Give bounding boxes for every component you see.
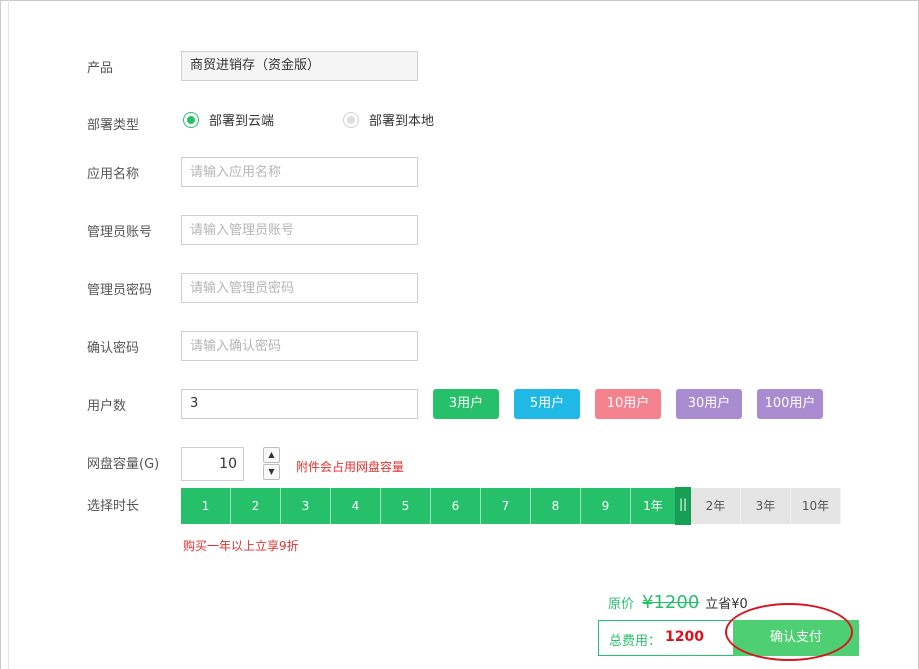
confirm-password-input[interactable]: [181, 331, 418, 361]
page-frame: [0, 0, 919, 669]
original-price: ¥1200: [642, 592, 700, 613]
duration-option-3-years[interactable]: 3年: [741, 488, 791, 524]
duration-option-2-years[interactable]: 2年: [691, 488, 741, 524]
stepper-down-icon[interactable]: ▼: [263, 464, 280, 480]
app-name-input[interactable]: [181, 157, 418, 187]
duration-option-7[interactable]: 7: [481, 488, 531, 524]
discount-note: 购买一年以上立享9折: [183, 539, 299, 553]
admin-account-label: 管理员账号: [87, 225, 153, 240]
admin-password-input[interactable]: [181, 273, 418, 303]
radio-checked-icon: [183, 111, 199, 128]
duration-option-8[interactable]: 8: [531, 488, 581, 524]
slider-handle-icon[interactable]: ||: [675, 487, 691, 525]
preset-5-users-button[interactable]: 5用户: [514, 389, 580, 419]
radio-deploy-cloud[interactable]: 部署到云端: [183, 110, 274, 129]
deploy-type-label: 部署类型: [87, 118, 140, 133]
app-name-label: 应用名称: [87, 167, 140, 182]
preset-10-users-button[interactable]: 10用户: [595, 389, 661, 419]
duration-label: 选择时长: [87, 499, 140, 514]
preset-100-users-button[interactable]: 100用户: [757, 389, 823, 419]
preset-3-users-button[interactable]: 3用户: [433, 389, 499, 419]
radio-deploy-local[interactable]: 部署到本地: [343, 110, 434, 129]
confirm-password-label: 确认密码: [87, 341, 140, 356]
disk-capacity-label: 网盘容量(G): [87, 457, 160, 472]
stepper-up-icon[interactable]: ▲: [263, 447, 280, 463]
admin-account-input[interactable]: [181, 215, 418, 245]
duration-slider[interactable]: 1 2 3 4 5 6 7 8 9 1年 || 2年 3年 10年: [181, 487, 841, 525]
total-value: 1200: [665, 629, 704, 645]
product-field: 商贸进销存（资金版）: [181, 51, 418, 81]
radio-deploy-cloud-label: 部署到云端: [209, 114, 275, 129]
duration-option-1-year[interactable]: 1年: [631, 488, 675, 524]
user-count-input[interactable]: 3: [181, 389, 418, 419]
original-price-label: 原价: [608, 597, 635, 612]
user-count-label: 用户数: [87, 399, 127, 414]
duration-option-10-years[interactable]: 10年: [791, 488, 841, 524]
duration-option-4[interactable]: 4: [331, 488, 381, 524]
disk-note: 附件会占用网盘容量: [296, 460, 405, 474]
duration-option-5[interactable]: 5: [381, 488, 431, 524]
duration-option-1[interactable]: 1: [181, 488, 231, 524]
duration-option-9[interactable]: 9: [581, 488, 631, 524]
preset-30-users-button[interactable]: 30用户: [676, 389, 742, 419]
duration-option-3[interactable]: 3: [281, 488, 331, 524]
radio-unchecked-icon: [343, 111, 359, 128]
confirm-pay-button[interactable]: 确认支付: [733, 620, 859, 656]
total-label: 总费用：: [609, 634, 662, 649]
saved-amount: 立省¥0: [705, 597, 748, 612]
radio-deploy-local-label: 部署到本地: [369, 114, 435, 129]
disk-capacity-input[interactable]: 10: [181, 447, 244, 481]
original-price-row: 原价 ¥1200 立省¥0: [608, 592, 748, 613]
duration-option-2[interactable]: 2: [231, 488, 281, 524]
duration-option-6[interactable]: 6: [431, 488, 481, 524]
frame-divider: [8, 0, 9, 669]
admin-password-label: 管理员密码: [87, 283, 153, 298]
product-label: 产品: [87, 61, 114, 76]
